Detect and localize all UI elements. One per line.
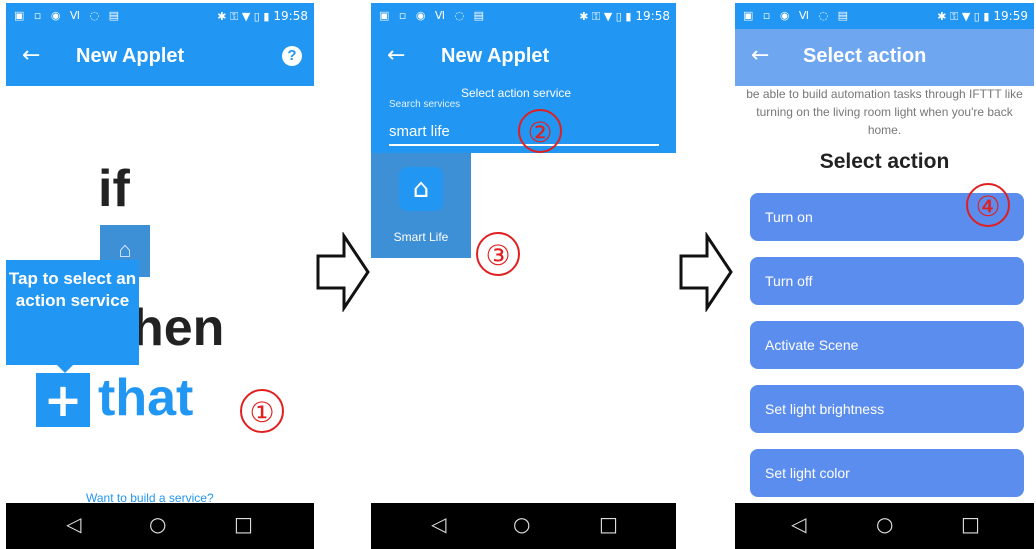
app-bar: ← New Applet ? — [6, 29, 314, 86]
status-icons-right: ✱ ⚿ ▼ ▯ ▮ 19:59 — [937, 9, 1028, 23]
phone-screen-1: ▣ ▫ ◉ Ⅵ ◌ ▤ ✱ ⚿ ▼ ▯ ▮ 19:58 ← New Applet … — [6, 3, 314, 549]
arrow-right-icon — [679, 232, 733, 312]
then-label: hen — [132, 299, 225, 357]
status-icons-left: ▣ ▫ ◉ Ⅵ ◌ ▤ — [14, 9, 123, 22]
section-title: Select action — [819, 150, 950, 173]
status-bar: ▣ ▫ ◉ Ⅵ ◌ ▤ ✱ ⚿ ▼ ▯ ▮ 19:59 — [735, 3, 1034, 29]
nav-home-icon[interactable]: ○ — [876, 512, 893, 536]
select-service-subtitle: Select action service — [461, 86, 572, 100]
search-label: Search services — [389, 99, 461, 110]
nav-home-icon[interactable]: ○ — [149, 512, 166, 536]
app-bar-title: New Applet — [76, 45, 185, 67]
nav-recents-icon[interactable]: □ — [961, 512, 980, 536]
step-marker-2: ② — [518, 109, 562, 153]
android-nav-bar: ◁ ○ □ — [371, 503, 676, 549]
status-time: 19:58 — [273, 9, 308, 23]
back-arrow-icon[interactable]: ← — [751, 43, 769, 68]
nav-back-icon[interactable]: ◁ — [66, 512, 81, 536]
phone-screen-2: ▣ ▫ ◉ Ⅵ ◌ ▤ ✱ ⚿ ▼ ▯ ▮ 19:58 ← New Applet … — [371, 3, 676, 549]
nav-recents-icon[interactable]: □ — [234, 512, 253, 536]
step-marker-3: ③ — [476, 232, 520, 276]
that-label[interactable]: that — [98, 368, 193, 428]
status-bar: ▣ ▫ ◉ Ⅵ ◌ ▤ ✱ ⚿ ▼ ▯ ▮ 19:58 — [371, 3, 676, 29]
app-bar: ← Select action — [735, 29, 1034, 86]
status-icons-right: ✱ ⚿ ▼ ▯ ▮ 19:58 — [579, 9, 670, 23]
service-name: Smart Life — [393, 230, 449, 244]
tooltip-text: Tap to select an action service — [8, 269, 137, 310]
status-icons-left: ▣ ▫ ◉ Ⅵ ◌ ▤ — [743, 9, 852, 22]
description-text: be able to build automation tasks throug… — [746, 87, 1023, 137]
status-bar: ▣ ▫ ◉ Ⅵ ◌ ▤ ✱ ⚿ ▼ ▯ ▮ 19:58 — [6, 3, 314, 29]
status-time: 19:59 — [993, 9, 1028, 23]
nav-back-icon[interactable]: ◁ — [431, 512, 446, 536]
action-set-brightness-button[interactable]: Set light brightness — [750, 385, 1024, 433]
action-set-color-button[interactable]: Set light color — [750, 449, 1024, 497]
smart-life-icon: ⌂ — [399, 167, 443, 211]
step-marker-4: ④ — [966, 183, 1010, 227]
nav-home-icon[interactable]: ○ — [513, 512, 530, 536]
status-time: 19:58 — [635, 9, 670, 23]
back-arrow-icon[interactable]: ← — [22, 43, 40, 68]
action-activate-scene-button[interactable]: Activate Scene — [750, 321, 1024, 369]
tooltip-caret — [56, 364, 74, 373]
status-icons-left: ▣ ▫ ◉ Ⅵ ◌ ▤ — [379, 9, 488, 22]
action-turn-off-button[interactable]: Turn off — [750, 257, 1024, 305]
help-icon[interactable]: ? — [282, 46, 302, 66]
arrow-right-icon — [316, 232, 370, 312]
select-action-tooltip: Tap to select an action service — [6, 260, 139, 373]
android-nav-bar: ◁ ○ □ — [6, 503, 314, 549]
step-marker-1: ① — [240, 389, 284, 433]
nav-recents-icon[interactable]: □ — [599, 512, 618, 536]
back-arrow-icon[interactable]: ← — [387, 43, 405, 68]
app-bar-title: New Applet — [441, 45, 550, 67]
phone-screen-3: ▣ ▫ ◉ Ⅵ ◌ ▤ ✱ ⚿ ▼ ▯ ▮ 19:59 ← Select acti… — [735, 3, 1034, 549]
if-label: if — [98, 160, 130, 218]
app-bar-title: Select action — [803, 45, 927, 67]
add-that-button[interactable]: + — [36, 373, 90, 427]
app-bar: ← New Applet — [371, 29, 676, 86]
nav-back-icon[interactable]: ◁ — [791, 512, 806, 536]
service-tile-smart-life[interactable]: ⌂ Smart Life — [371, 153, 471, 258]
android-nav-bar: ◁ ○ □ — [735, 503, 1034, 549]
status-icons-right: ✱ ⚿ ▼ ▯ ▮ 19:58 — [217, 9, 308, 23]
